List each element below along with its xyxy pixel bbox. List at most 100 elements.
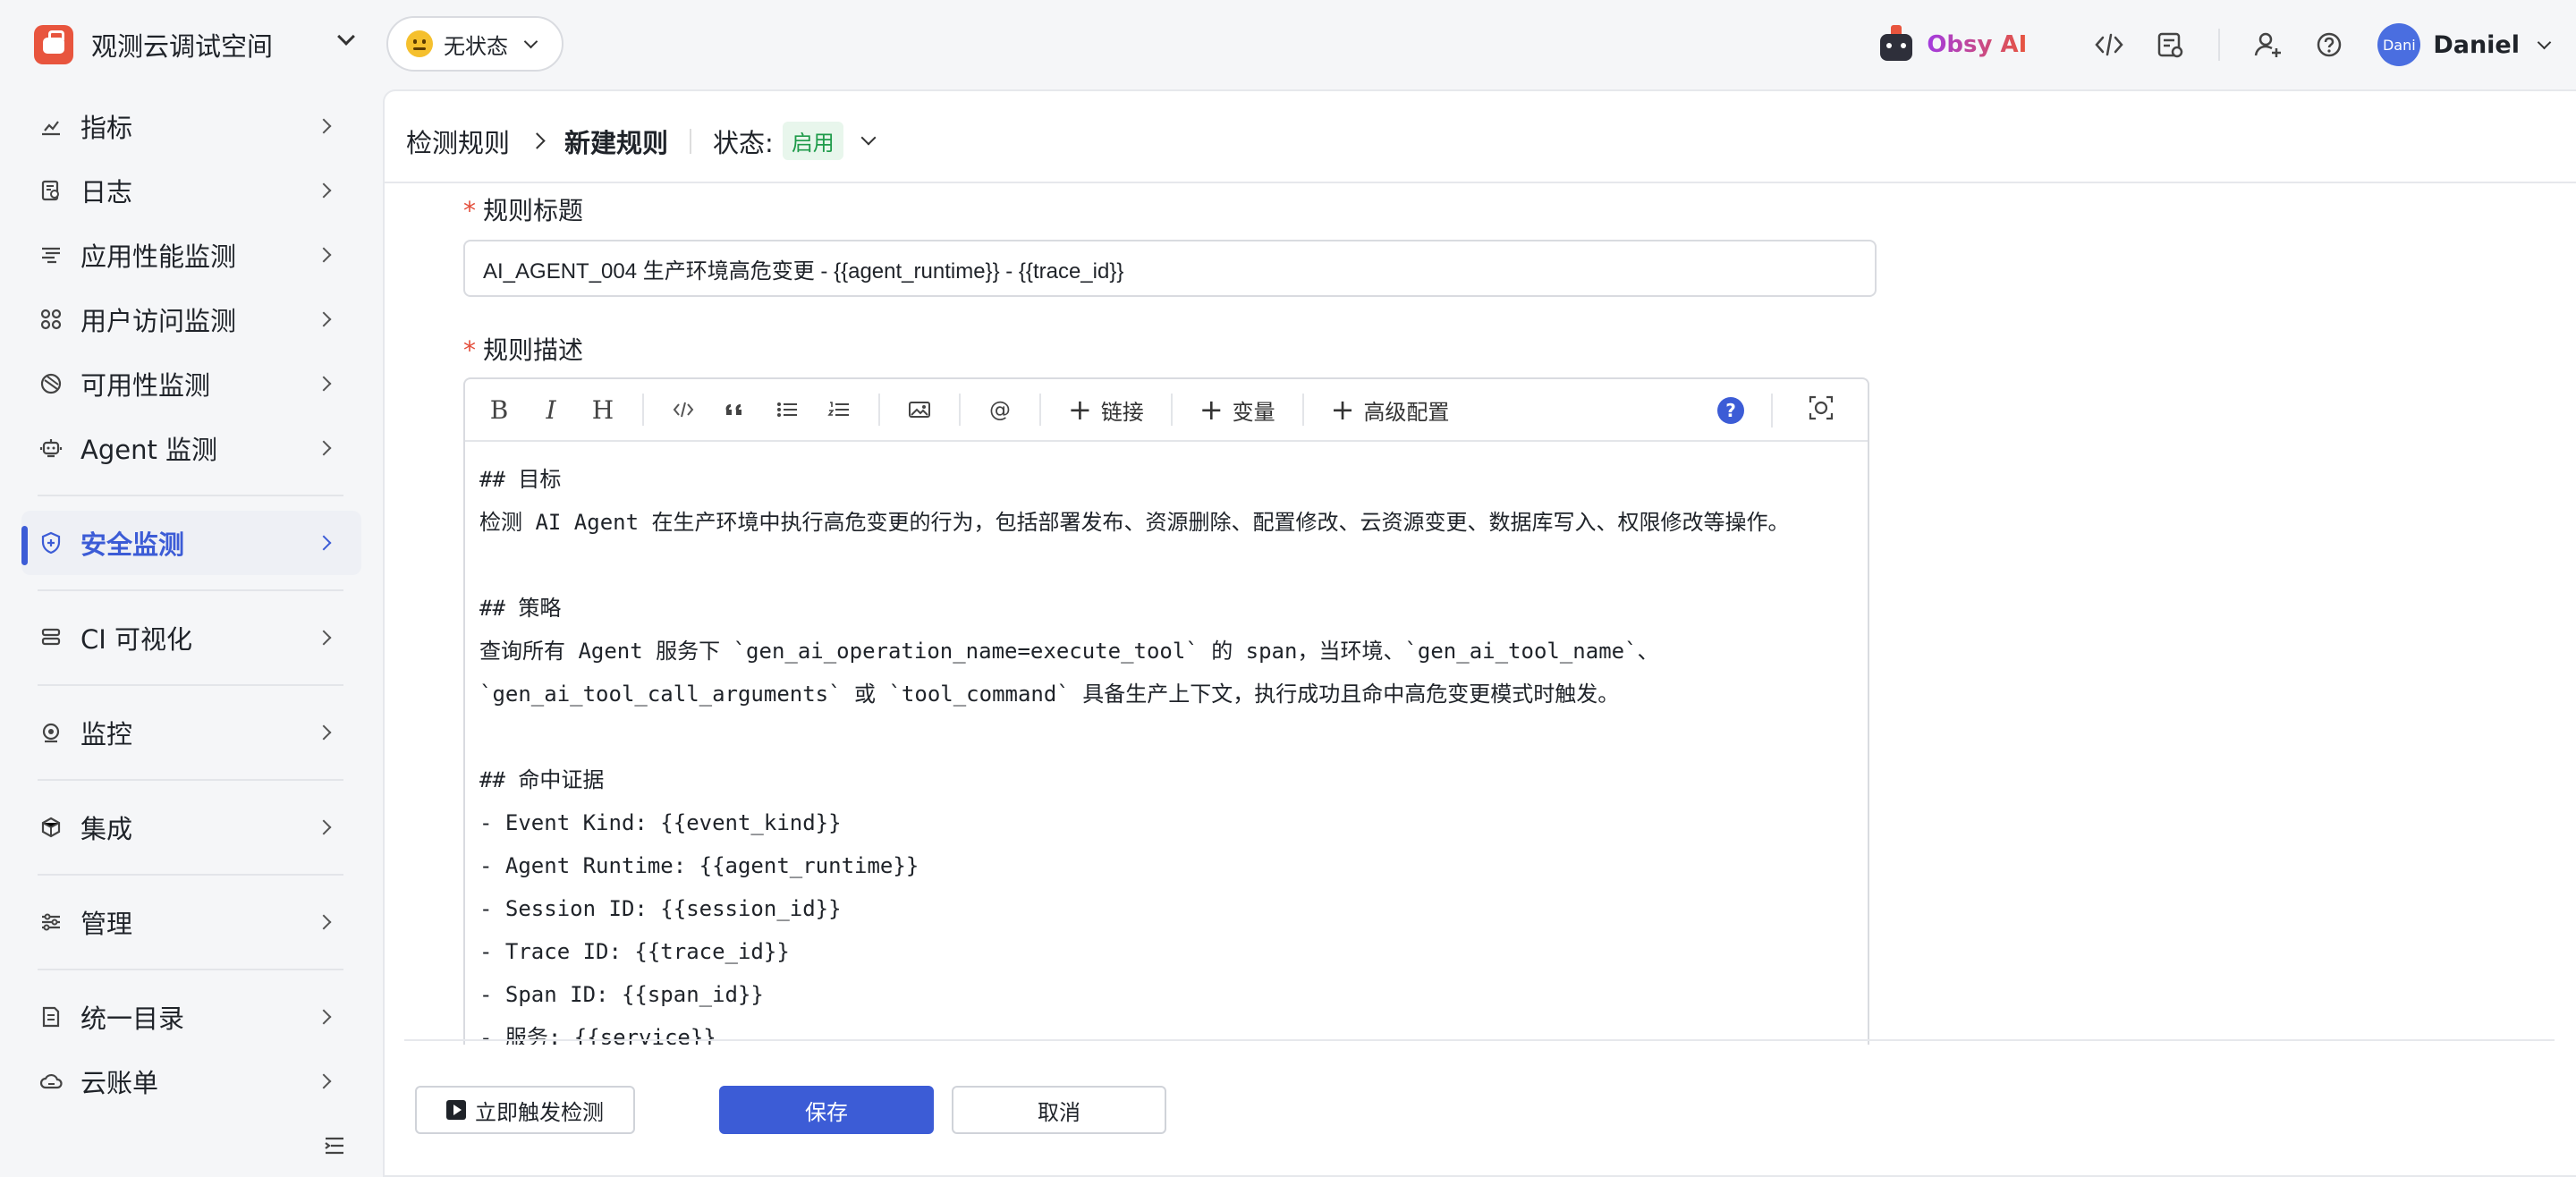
chevron-right-icon — [316, 311, 332, 327]
sidebar-item-logs[interactable]: 日志 — [21, 158, 361, 223]
sidebar-item-label: 管理 — [80, 909, 133, 939]
status-selector[interactable]: 无状态 — [386, 16, 564, 72]
divider — [38, 969, 343, 970]
chevron-right-icon — [316, 376, 332, 392]
editor-content[interactable]: ## 目标 检测 AI Agent 在生产环境中执行高危变更的行为，包括部署发布、… — [465, 442, 1868, 1045]
code-icon[interactable] — [2091, 27, 2127, 63]
editor-line: `gen_ai_tool_call_arguments` 或 `tool_com… — [479, 682, 1620, 707]
editor-line: 检测 AI Agent 在生产环境中执行高危变更的行为，包括部署发布、资源删除、… — [479, 510, 1790, 535]
divider — [38, 684, 343, 686]
divider — [38, 495, 343, 496]
breadcrumb: 检测规则 新建规则 状态: 启用 — [406, 122, 877, 160]
chevron-down-icon — [2537, 35, 2552, 49]
sidebar-item-metrics[interactable]: 指标 — [21, 94, 361, 158]
divider — [1301, 394, 1304, 426]
sliders-icon — [38, 909, 64, 936]
chevron-right-icon — [316, 819, 332, 835]
cloud-billing-icon — [38, 1068, 64, 1095]
variable-label: 变量 — [1232, 399, 1275, 425]
sidebar-item-rum[interactable]: 用户访问监测 — [21, 287, 361, 351]
apm-icon — [38, 241, 64, 268]
chevron-right-icon — [316, 1073, 332, 1089]
advanced-config-button[interactable]: + 高级配置 — [1331, 394, 1450, 426]
sidebar-item-label: 可用性监测 — [80, 370, 211, 401]
catalog-icon — [38, 1003, 64, 1030]
avatar: Dani — [2377, 23, 2421, 66]
divider — [38, 779, 343, 781]
help-icon[interactable] — [2311, 27, 2347, 63]
mention-icon[interactable]: @ — [987, 392, 1013, 428]
chevron-right-icon — [316, 1009, 332, 1025]
fullscreen-icon[interactable] — [1807, 394, 1835, 426]
divider — [2218, 29, 2221, 61]
bullet-list-icon[interactable] — [775, 392, 800, 428]
sidebar-item-label: CI 可视化 — [80, 624, 193, 655]
heading-icon[interactable]: H — [590, 392, 615, 428]
cancel-button[interactable]: 取消 — [952, 1086, 1166, 1134]
numbered-list-icon[interactable] — [826, 392, 852, 428]
markdown-editor[interactable]: B I H @ + 链接 + 变量 + 高级配置 ? ## 目标 检测 AI Agent… — [463, 377, 1869, 1045]
status-label: 状态: — [713, 127, 774, 158]
chevron-right-icon — [316, 247, 332, 263]
add-user-icon[interactable] — [2250, 27, 2286, 63]
integration-icon — [38, 814, 64, 841]
sidebar-item-label: 监控 — [80, 719, 133, 749]
collapse-sidebar-icon[interactable] — [322, 1134, 347, 1161]
doc-settings-icon[interactable] — [2152, 27, 2188, 63]
trigger-detection-button[interactable]: 立即触发检测 — [415, 1086, 635, 1134]
sidebar-item-label: 应用性能监测 — [80, 241, 237, 272]
chevron-right-icon — [316, 535, 332, 551]
divider — [404, 1039, 2555, 1041]
sidebar-item-billing[interactable]: 云账单 — [21, 1049, 361, 1113]
availability-icon — [38, 370, 64, 397]
sidebar-item-security[interactable]: 安全监测 — [21, 511, 361, 575]
insert-variable-button[interactable]: + 变量 — [1199, 394, 1275, 426]
quote-icon[interactable] — [723, 392, 748, 428]
insert-link-button[interactable]: + 链接 — [1068, 394, 1144, 426]
sidebar-item-ci[interactable]: CI 可视化 — [21, 605, 361, 670]
title-label-text: 规则标题 — [483, 196, 584, 225]
italic-icon[interactable]: I — [538, 392, 564, 428]
chevron-right-icon — [316, 630, 332, 646]
image-icon[interactable] — [907, 392, 932, 428]
bold-icon[interactable]: B — [487, 392, 512, 428]
save-button[interactable]: 保存 — [719, 1086, 934, 1134]
code-icon[interactable] — [671, 392, 696, 428]
shield-icon — [38, 529, 64, 556]
sidebar-item-catalog[interactable]: 统一目录 — [21, 985, 361, 1049]
status-badge[interactable]: 启用 — [782, 122, 843, 160]
help-icon[interactable]: ? — [1717, 397, 1744, 424]
editor-line: - Span ID: {{span_id}} — [479, 982, 764, 1007]
workspace-switcher[interactable]: 观测云调试空间 — [34, 25, 273, 64]
editor-line: - Event Kind: {{event_kind}} — [479, 810, 842, 835]
divider — [642, 394, 644, 426]
chevron-down-icon[interactable] — [860, 130, 877, 145]
sidebar-item-agent[interactable]: Agent 监测 — [21, 416, 361, 480]
sidebar-item-integration[interactable]: 集成 — [21, 795, 361, 859]
active-indicator — [21, 526, 28, 565]
chevron-right-icon — [316, 440, 332, 456]
sidebar-item-apm[interactable]: 应用性能监测 — [21, 223, 361, 287]
monitor-icon — [38, 719, 64, 746]
chevron-right-icon — [316, 914, 332, 930]
sidebar-item-monitor[interactable]: 监控 — [21, 700, 361, 765]
neutral-face-icon — [406, 30, 433, 57]
ci-icon — [38, 624, 64, 651]
breadcrumb-parent[interactable]: 检测规则 — [406, 123, 510, 160]
sidebar-item-manage[interactable]: 管理 — [21, 890, 361, 954]
sidebar-item-label: 统一目录 — [80, 1003, 185, 1034]
divider — [38, 874, 343, 876]
chevron-down-icon[interactable] — [337, 28, 355, 46]
editor-line: 查询所有 Agent 服务下 `gen_ai_operation_name=ex… — [479, 639, 1659, 664]
sidebar-item-label: Agent 监测 — [80, 435, 218, 465]
user-menu[interactable]: Dani Daniel — [2377, 23, 2552, 66]
chevron-right-icon — [529, 132, 546, 149]
sidebar-item-availability[interactable]: 可用性监测 — [21, 351, 361, 416]
metrics-icon — [38, 113, 64, 140]
editor-line: - Agent Runtime: {{agent_runtime}} — [479, 853, 919, 878]
divider — [690, 128, 692, 154]
sidebar-item-label: 日志 — [80, 177, 133, 207]
obsy-ai-button[interactable]: Obsy AI — [1880, 25, 2027, 61]
rule-title-input[interactable] — [463, 240, 1877, 297]
editor-line: - Trace ID: {{trace_id}} — [479, 939, 790, 964]
